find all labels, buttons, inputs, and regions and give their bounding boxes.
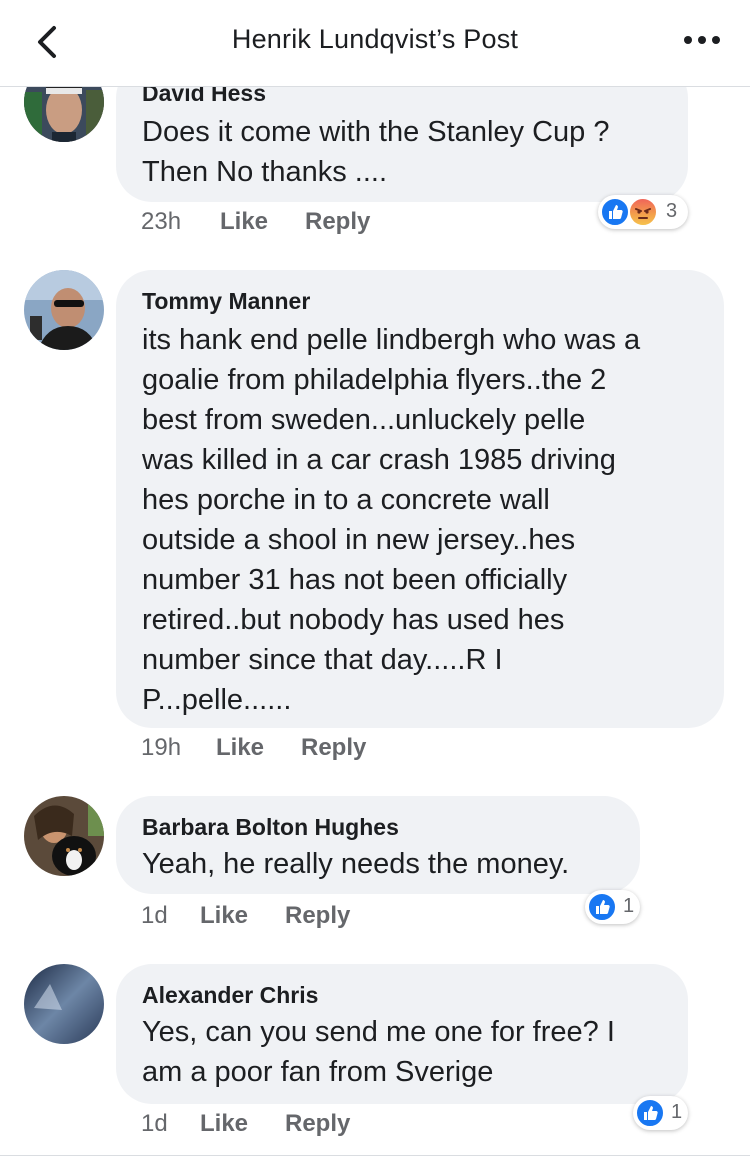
- like-button[interactable]: Like: [200, 1110, 248, 1138]
- comment-text-line: Does it come with the Stanley Cup ?: [142, 116, 610, 148]
- comment-author[interactable]: Tommy Manner: [142, 288, 310, 315]
- comment-timestamp: 1d: [141, 1110, 168, 1137]
- comment-bubble: Barbara Bolton Hughes Yeah, he really ne…: [116, 796, 640, 894]
- reaction-summary[interactable]: 1: [585, 890, 640, 924]
- comment-timestamp: 1d: [141, 902, 168, 929]
- comment-meta: 1d Like Reply: [141, 1110, 441, 1140]
- comment-author[interactable]: Alexander Chris: [142, 982, 318, 1009]
- comment-meta: 19h Like Reply: [141, 734, 441, 764]
- comment-text-line: outside a shool in new jersey..hes: [142, 524, 576, 556]
- reply-button[interactable]: Reply: [305, 208, 370, 236]
- comment-text-line: P...pelle......: [142, 684, 292, 716]
- reaction-count: 1: [623, 895, 635, 917]
- comment-text-line: number 31 has not been officially: [142, 564, 568, 596]
- reaction-count: 1: [671, 1101, 683, 1123]
- comment-timestamp: 23h: [141, 208, 182, 235]
- comment-text-line: Yeah, he really needs the money.: [142, 848, 570, 880]
- reply-button[interactable]: Reply: [285, 902, 350, 930]
- like-button[interactable]: Like: [200, 902, 248, 930]
- like-button[interactable]: Like: [220, 208, 268, 236]
- page-title: Henrik Lundqvist’s Post: [231, 24, 519, 54]
- avatar-alexander-chris[interactable]: [24, 964, 104, 1044]
- reaction-summary[interactable]: 1: [633, 1096, 688, 1130]
- comment-meta: 23h Like Reply: [141, 208, 441, 238]
- reaction-count: 3: [666, 200, 678, 222]
- more-options-button[interactable]: [684, 36, 720, 46]
- comment-text-line: hes porche in to a concrete wall: [142, 484, 550, 516]
- comment-text-line: best from sweden...unluckely pelle: [142, 404, 586, 436]
- comment-text-line: Then No thanks ....: [142, 156, 388, 188]
- comment-text-line: retired..but nobody has used hes: [142, 604, 565, 636]
- comment-timestamp: 19h: [141, 734, 182, 761]
- reaction-summary[interactable]: 3: [598, 195, 688, 229]
- comment-text-line: number since that day.....R I: [142, 644, 503, 676]
- comment-meta: 1d Like Reply: [141, 902, 441, 932]
- user-photo: [24, 270, 104, 350]
- comment-bubble: Alexander Chris Yes, can you send me one…: [116, 964, 688, 1104]
- like-icon: [600, 197, 630, 227]
- reply-button[interactable]: Reply: [301, 734, 366, 762]
- comment-text-line: was killed in a car crash 1985 driving: [142, 444, 616, 476]
- comment-author[interactable]: Barbara Bolton Hughes: [142, 814, 399, 841]
- like-icon: [587, 892, 617, 922]
- angry-icon: [628, 197, 658, 227]
- user-photo: [24, 964, 104, 1044]
- comment-text-line: its hank end pelle lindbergh who was a: [142, 324, 641, 356]
- avatar-barbara-bolton-hughes[interactable]: [24, 796, 104, 876]
- reply-button[interactable]: Reply: [285, 1110, 350, 1138]
- avatar-tommy-manner[interactable]: [24, 270, 104, 350]
- like-button[interactable]: Like: [216, 734, 264, 762]
- divider: [0, 1155, 750, 1156]
- like-icon: [635, 1098, 665, 1128]
- post-header: Henrik Lundqvist’s Post: [0, 0, 750, 87]
- user-photo: [24, 796, 104, 876]
- comment-text-line: am a poor fan from Sverige: [142, 1056, 494, 1088]
- comment-text-line: goalie from philadelphia flyers..the 2: [142, 364, 607, 396]
- comment-bubble: Tommy Manner its hank end pelle lindberg…: [116, 270, 724, 728]
- comment-text-line: Yes, can you send me one for free? I: [142, 1016, 615, 1048]
